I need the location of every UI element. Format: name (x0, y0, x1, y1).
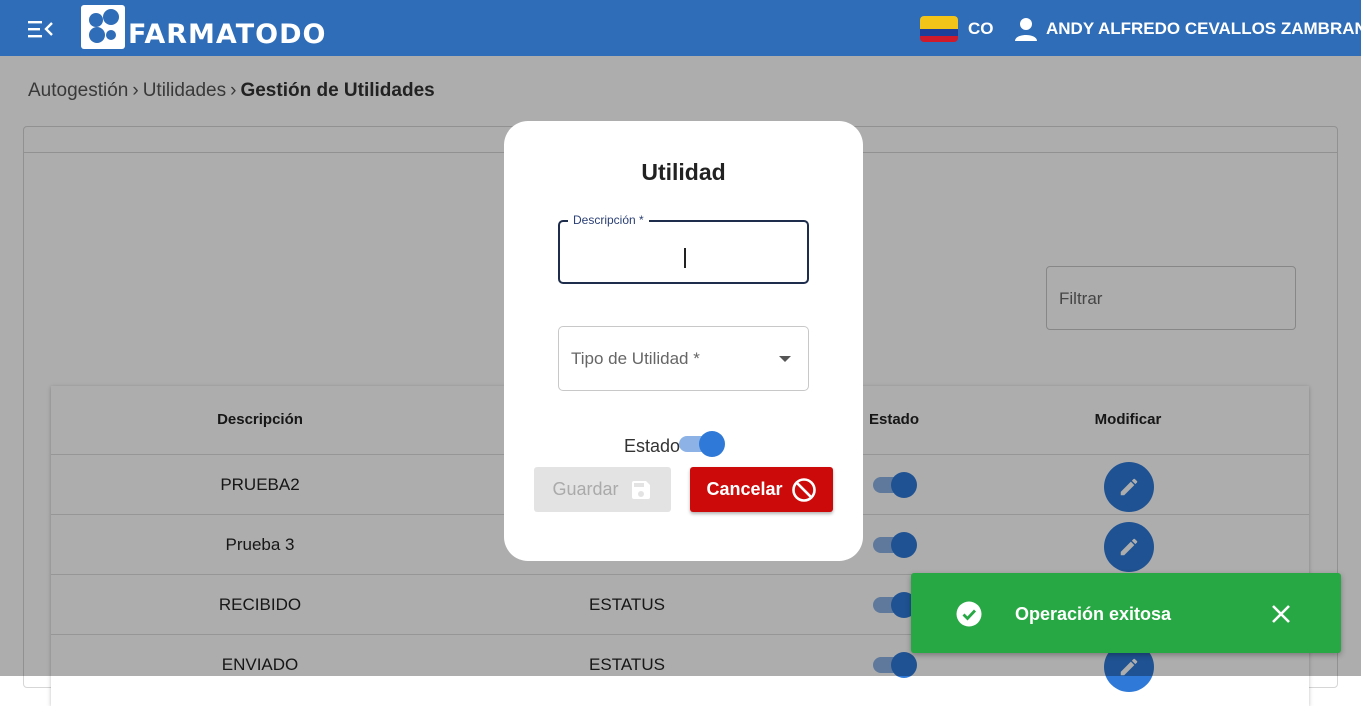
utilidad-dialog: Utilidad Descripción * Tipo de Utilidad … (504, 121, 863, 561)
tipo-utilidad-label: Tipo de Utilidad * (571, 349, 700, 368)
success-snackbar: Operación exitosa (911, 573, 1341, 653)
descripcion-field[interactable]: Descripción * (558, 213, 809, 284)
guardar-label: Guardar (552, 479, 619, 499)
tipo-utilidad-select[interactable]: Tipo de Utilidad * (558, 326, 809, 391)
snackbar-message: Operación exitosa (1015, 604, 1172, 624)
guardar-button[interactable]: Guardar (534, 467, 671, 512)
topbar-backdrop (0, 0, 1361, 56)
estado-toggle[interactable] (679, 431, 725, 457)
cancelar-button[interactable]: Cancelar (690, 467, 833, 512)
close-icon[interactable] (1270, 603, 1292, 625)
dropdown-arrow-icon (779, 356, 791, 362)
cancelar-label: Cancelar (706, 479, 783, 499)
dialog-title: Utilidad (641, 159, 726, 185)
descripcion-label: Descripción * (568, 213, 649, 227)
check-circle-icon (956, 601, 982, 627)
text-cursor (684, 248, 686, 268)
save-icon (631, 480, 650, 499)
estado-label: Estado (624, 436, 681, 456)
block-icon (791, 477, 816, 502)
